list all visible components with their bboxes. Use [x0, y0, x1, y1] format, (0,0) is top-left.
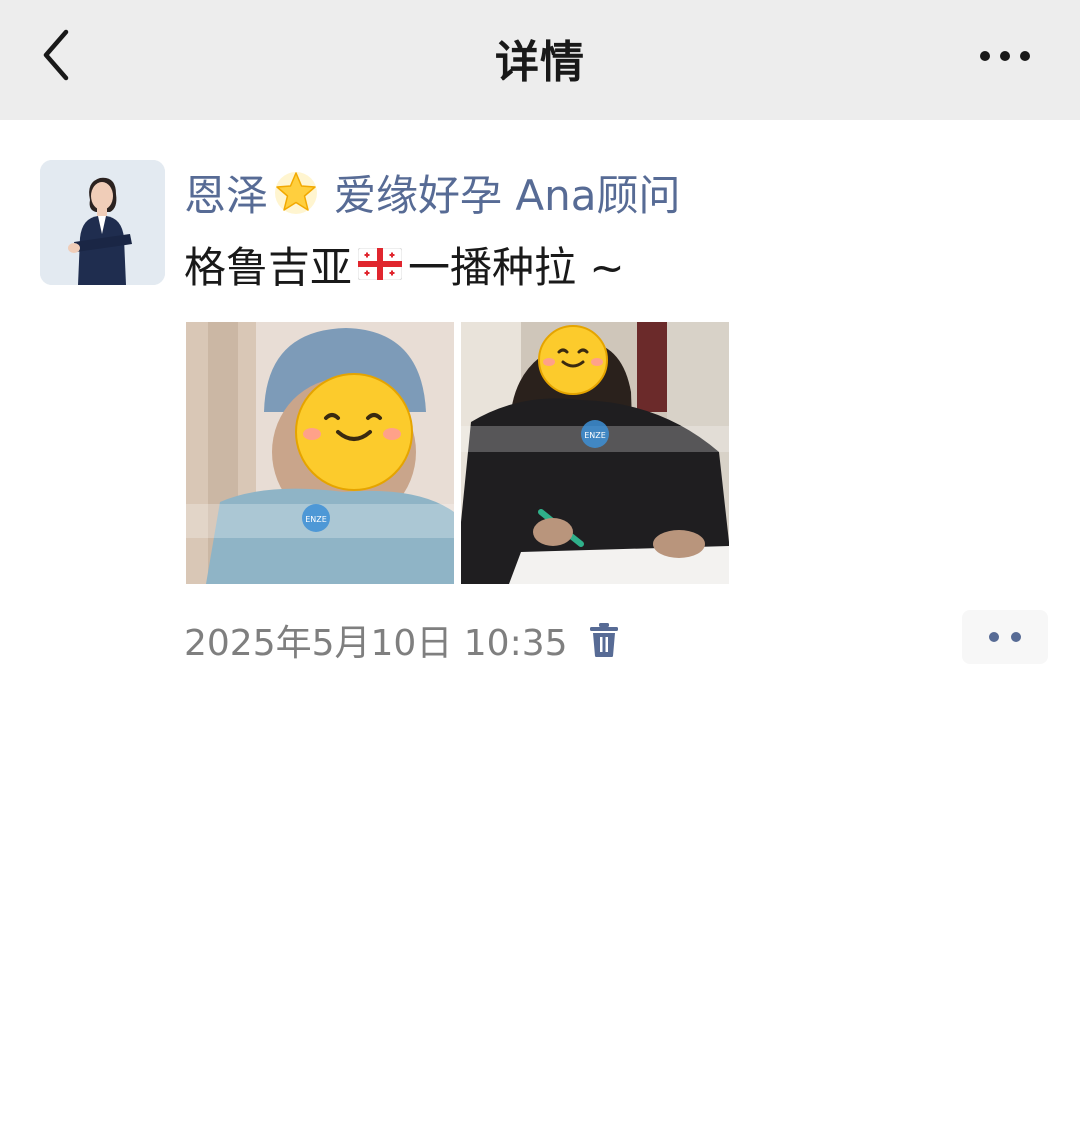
watermark-1: ENZE: [305, 515, 327, 524]
post-image-1[interactable]: ENZE: [186, 322, 454, 584]
post-image-2[interactable]: ENZE: [461, 322, 729, 584]
post-text-part1: 格鲁吉亚: [184, 242, 353, 292]
person-avatar-icon: [40, 160, 165, 285]
post-text: 格鲁吉亚 一播种拉 ~: [184, 234, 625, 294]
georgia-flag-icon: [358, 248, 403, 280]
delete-button[interactable]: [584, 618, 624, 662]
more-button[interactable]: [970, 34, 1040, 78]
photo-patient-icon: ENZE: [186, 322, 454, 584]
top-nav-bar: 详情: [0, 0, 1080, 120]
avatar[interactable]: [40, 160, 165, 285]
comment-dots-icon: [989, 632, 1021, 642]
author-name-part1: 恩泽: [184, 170, 269, 220]
trash-icon: [589, 623, 618, 657]
author-name-part2: 爱缘好孕 Ana顾问: [334, 170, 681, 220]
author-name[interactable]: 恩泽 爱缘好孕 Ana顾问: [184, 164, 680, 220]
glowing-star-icon: [275, 172, 318, 214]
watermark-2: ENZE: [584, 431, 606, 440]
post-meta: 2025年5月10日 10:35: [184, 614, 624, 666]
more-horizontal-icon: [980, 51, 1030, 61]
comment-button[interactable]: [962, 610, 1048, 664]
timestamp: 2025年5月10日 10:35: [184, 623, 568, 664]
page-title: 详情: [495, 37, 585, 88]
post-text-part2: 一播种拉 ~: [408, 242, 625, 292]
photo-signing-icon: ENZE: [461, 322, 729, 584]
